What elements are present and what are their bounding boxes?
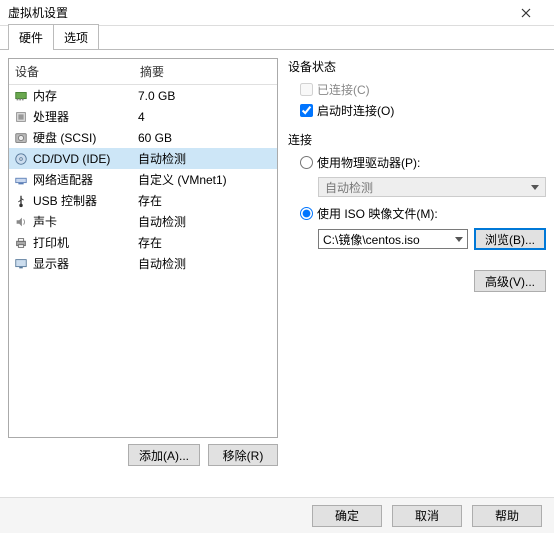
device-row[interactable]: USB 控制器存在 — [9, 190, 277, 211]
chevron-down-icon — [531, 185, 539, 190]
iso-file-row: C:\镜像\centos.iso 浏览(B)... — [300, 228, 546, 250]
header-summary: 摘要 — [140, 63, 164, 80]
window-close-button[interactable] — [506, 0, 546, 26]
device-list-header: 设备 摘要 — [9, 59, 277, 85]
disk-icon — [13, 130, 29, 146]
device-row[interactable]: 网络适配器自定义 (VMnet1) — [9, 169, 277, 190]
memory-icon — [13, 88, 29, 104]
device-name: 显示器 — [33, 255, 138, 272]
device-status-title: 设备状态 — [288, 58, 546, 75]
device-row[interactable]: 打印机存在 — [9, 232, 277, 253]
device-summary: 60 GB — [138, 131, 273, 145]
ok-button[interactable]: 确定 — [312, 505, 382, 527]
device-name: 网络适配器 — [33, 171, 138, 188]
cd-icon — [13, 151, 29, 167]
use-physical-radio-input[interactable] — [300, 156, 313, 169]
connect-at-poweron-input[interactable] — [300, 104, 313, 117]
device-row[interactable]: 显示器自动检测 — [9, 253, 277, 274]
device-row[interactable]: 硬盘 (SCSI)60 GB — [9, 127, 277, 148]
device-summary: 4 — [138, 110, 273, 124]
close-icon — [521, 8, 531, 18]
device-row[interactable]: 声卡自动检测 — [9, 211, 277, 232]
network-icon — [13, 172, 29, 188]
device-summary: 自动检测 — [138, 255, 273, 272]
device-summary: 自动检测 — [138, 150, 273, 167]
chevron-down-icon — [455, 237, 463, 242]
device-row[interactable]: 处理器4 — [9, 106, 277, 127]
connection-group: 连接 使用物理驱动器(P): 自动检测 使用 ISO 映像文件(M): — [288, 131, 546, 250]
connection-title: 连接 — [288, 131, 546, 148]
help-button[interactable]: 帮助 — [472, 505, 542, 527]
right-column: 设备状态 已连接(C) 启动时连接(O) 连接 使用物理驱动器(P): — [288, 58, 546, 466]
left-column: 设备 摘要 内存7.0 GB处理器4硬盘 (SCSI)60 GBCD/DVD (… — [8, 58, 278, 466]
device-row[interactable]: 内存7.0 GB — [9, 85, 277, 106]
add-button[interactable]: 添加(A)... — [128, 444, 200, 466]
device-list[interactable]: 设备 摘要 内存7.0 GB处理器4硬盘 (SCSI)60 GBCD/DVD (… — [8, 58, 278, 438]
connect-at-poweron-checkbox[interactable]: 启动时连接(O) — [300, 102, 546, 119]
device-name: 硬盘 (SCSI) — [33, 129, 138, 146]
remove-button[interactable]: 移除(R) — [208, 444, 278, 466]
dialog-footer: 确定 取消 帮助 — [0, 497, 554, 533]
tab-options[interactable]: 选项 — [53, 24, 99, 49]
content-area: 设备 摘要 内存7.0 GB处理器4硬盘 (SCSI)60 GBCD/DVD (… — [0, 50, 554, 474]
physical-drive-select: 自动检测 — [318, 177, 546, 197]
display-icon — [13, 256, 29, 272]
device-summary: 存在 — [138, 234, 273, 251]
device-name: 声卡 — [33, 213, 138, 230]
titlebar: 虚拟机设置 — [0, 0, 554, 26]
use-physical-radio[interactable]: 使用物理驱动器(P): — [300, 154, 546, 171]
tab-hardware[interactable]: 硬件 — [8, 24, 54, 49]
left-buttons: 添加(A)... 移除(R) — [8, 444, 278, 466]
header-device: 设备 — [15, 63, 140, 80]
tab-strip: 硬件 选项 — [0, 26, 554, 50]
sound-icon — [13, 214, 29, 230]
device-row[interactable]: CD/DVD (IDE)自动检测 — [9, 148, 277, 169]
iso-file-combo[interactable]: C:\镜像\centos.iso — [318, 229, 468, 249]
physical-drive-row: 自动检测 — [300, 177, 546, 197]
window-title: 虚拟机设置 — [8, 4, 506, 21]
device-name: 打印机 — [33, 234, 138, 251]
use-iso-radio[interactable]: 使用 ISO 映像文件(M): — [300, 205, 546, 222]
use-iso-radio-input[interactable] — [300, 207, 313, 220]
usb-icon — [13, 193, 29, 209]
device-status-group: 设备状态 已连接(C) 启动时连接(O) — [288, 58, 546, 119]
device-name: 处理器 — [33, 108, 138, 125]
connected-checkbox: 已连接(C) — [300, 81, 546, 98]
device-summary: 自定义 (VMnet1) — [138, 171, 273, 188]
advanced-button[interactable]: 高级(V)... — [474, 270, 546, 292]
device-summary: 自动检测 — [138, 213, 273, 230]
device-name: 内存 — [33, 87, 138, 104]
printer-icon — [13, 235, 29, 251]
device-name: USB 控制器 — [33, 192, 138, 209]
device-summary: 7.0 GB — [138, 89, 273, 103]
browse-button[interactable]: 浏览(B)... — [474, 228, 546, 250]
device-name: CD/DVD (IDE) — [33, 152, 138, 166]
advanced-row: 高级(V)... — [288, 270, 546, 292]
device-summary: 存在 — [138, 192, 273, 209]
connected-checkbox-input — [300, 83, 313, 96]
cpu-icon — [13, 109, 29, 125]
cancel-button[interactable]: 取消 — [392, 505, 462, 527]
